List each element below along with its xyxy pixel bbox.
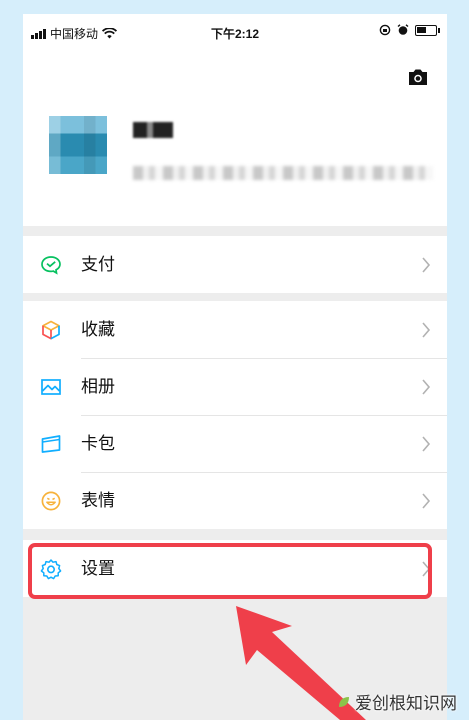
wechat-id-blurred [133,166,433,180]
battery-level [417,26,426,33]
menu-item-favorites[interactable]: 收藏 [23,301,447,358]
camera-icon[interactable] [407,68,429,86]
pay-section: 支付 [23,236,447,293]
profile-card[interactable] [23,50,447,226]
chevron-right-icon [422,257,431,273]
menu-item-album[interactable]: 相册 [23,358,447,415]
phone-screen: 中国移动 下午2:12 支付 收藏 相册 卡包 表情 设置 [23,14,447,720]
menu-item-stickers[interactable]: 表情 [23,472,447,529]
watermark: 爱创根知识网 [337,689,457,714]
watermark-text: 爱创根知识网 [355,694,457,713]
menu-label-pay: 支付 [81,255,115,274]
leaf-logo-icon [339,696,349,707]
chevron-right-icon [422,322,431,338]
tools-section: 收藏 相册 卡包 表情 [23,301,447,529]
chevron-right-icon [422,379,431,395]
album-icon [41,379,61,395]
battery-icon [415,24,440,36]
menu-label-stickers: 表情 [81,491,115,510]
alarm-icon [397,24,409,35]
sticker-smile-icon [41,491,61,511]
menu-item-pay[interactable]: 支付 [23,236,447,293]
avatar[interactable] [49,116,107,174]
card-wallet-icon [41,435,61,453]
chevron-right-icon [422,436,431,452]
status-right [379,24,440,36]
status-bar: 中国移动 下午2:12 [23,14,447,50]
menu-item-cards[interactable]: 卡包 [23,415,447,472]
nickname-blurred [133,122,173,138]
chevron-right-icon [422,493,431,509]
menu-label-favorites: 收藏 [81,320,115,339]
favorites-cube-icon [42,320,60,340]
menu-label-album: 相册 [81,377,115,396]
menu-label-cards: 卡包 [81,434,115,453]
pay-icon [41,256,61,275]
rotation-lock-icon [379,24,391,36]
settings-highlight-box [28,543,432,599]
